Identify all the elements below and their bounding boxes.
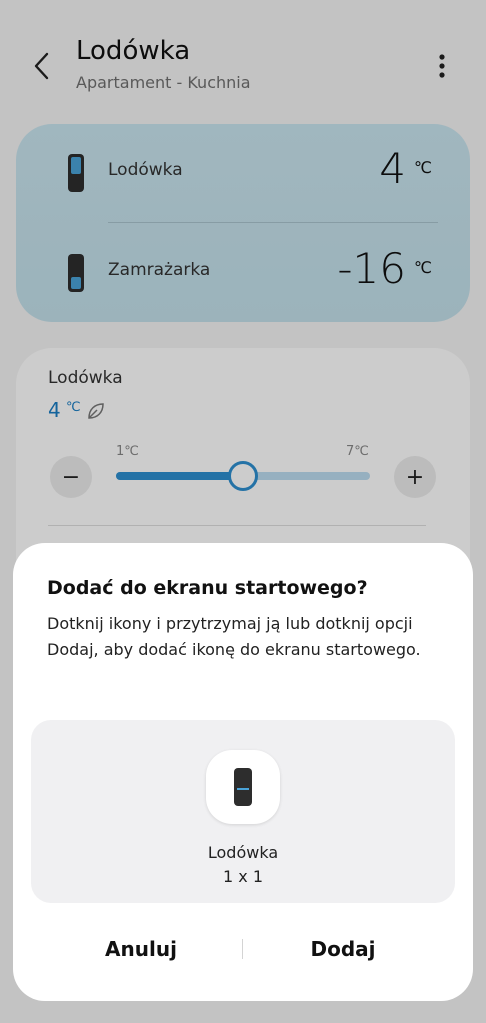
app-screen: Lodówka Apartament - Kuchnia Lodówka 4 ℃… <box>0 0 486 1023</box>
widget-icon-tile[interactable] <box>206 750 280 824</box>
fridge-icon <box>234 768 252 806</box>
add-button[interactable]: Dodaj <box>243 929 443 969</box>
dialog-body: Dotknij ikony i przytrzymaj ją lub dotkn… <box>47 614 421 659</box>
dialog-title: Dodać do ekranu startowego? <box>47 577 368 599</box>
widget-name: Lodówka <box>207 843 279 862</box>
widget-size: 1 x 1 <box>223 867 263 886</box>
widget-preview[interactable]: Lodówka 1 x 1 <box>31 720 455 903</box>
add-to-home-dialog: Dodać do ekranu startowego? Dotknij ikon… <box>13 543 473 1001</box>
cancel-button[interactable]: Anuluj <box>41 929 241 969</box>
